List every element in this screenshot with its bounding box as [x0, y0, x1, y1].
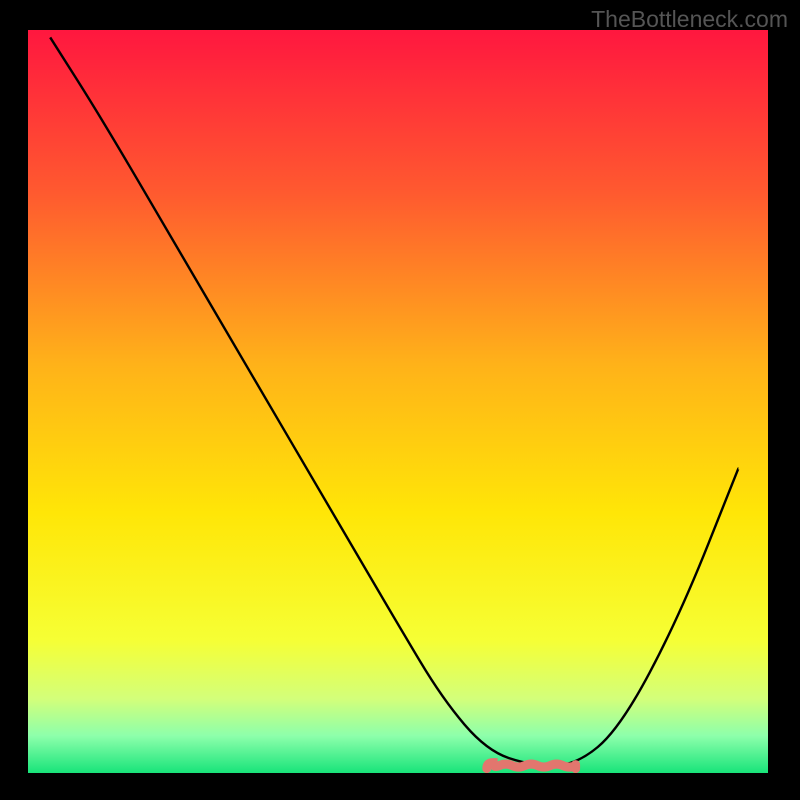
optimal-zone-indicator: [487, 763, 576, 769]
watermark-text: TheBottleneck.com: [591, 6, 788, 33]
plot-background: [28, 30, 768, 773]
bottleneck-chart: [0, 0, 800, 800]
chart-container: TheBottleneck.com: [0, 0, 800, 800]
